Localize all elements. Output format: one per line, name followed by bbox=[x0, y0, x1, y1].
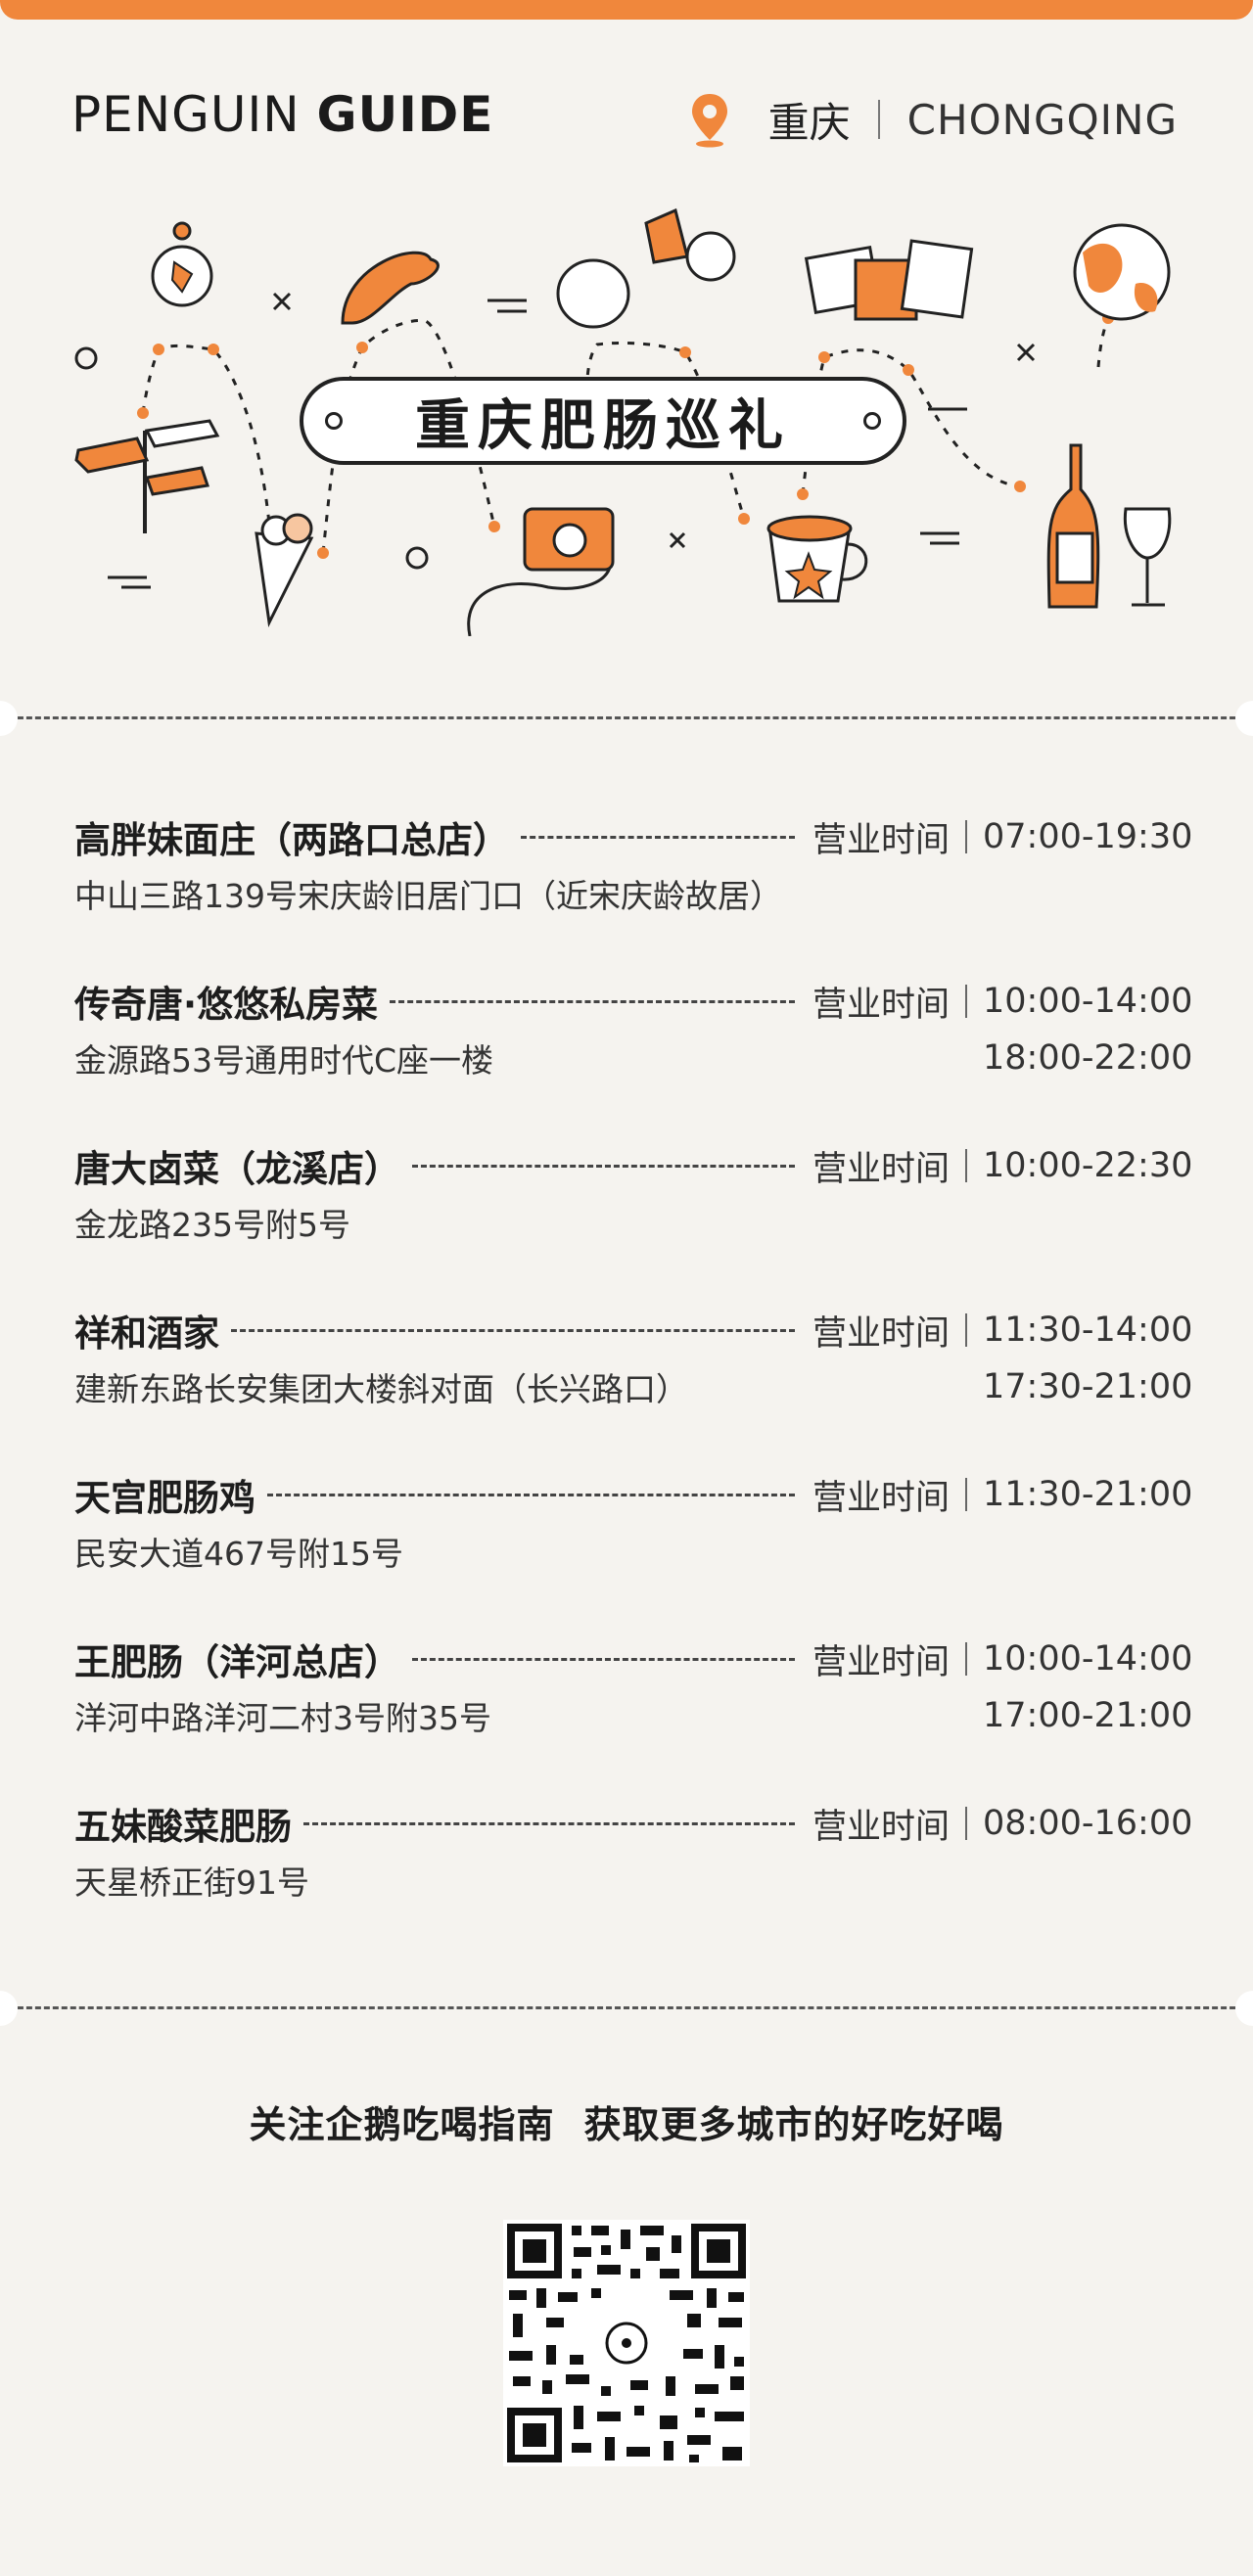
follow-prompt: 关注企鹅吃喝指南 获取更多城市的好吃好喝 bbox=[0, 2094, 1253, 2148]
hours-value-2: 17:00-21:00 bbox=[983, 1696, 1193, 1735]
restaurant-name: 传奇唐·悠悠私房菜 bbox=[74, 984, 379, 1026]
restaurant-list: 高胖妹面庄（两路口总店） 营业时间 07:00-19:30 中山三路139号宋庆… bbox=[74, 812, 1193, 1963]
signpost-icon bbox=[74, 419, 220, 533]
city-name-en: CHONGQING bbox=[906, 95, 1178, 144]
leader-dashes bbox=[390, 999, 795, 1003]
hours-separator bbox=[965, 1807, 967, 1840]
hours-value: 11:30-14:00 bbox=[983, 1311, 1193, 1350]
restaurant-address: 金源路53号通用时代C座一楼 bbox=[74, 1041, 494, 1080]
coffee-cup-icon bbox=[766, 515, 868, 603]
follow-text-1: 关注企鹅吃喝指南 bbox=[249, 2103, 555, 2146]
restaurant-name: 祥和酒家 bbox=[74, 1312, 219, 1355]
leader-dashes bbox=[521, 835, 795, 839]
leader-dashes bbox=[412, 1164, 795, 1168]
hours-label: 营业时间 bbox=[812, 985, 950, 1025]
restaurant-address: 建新东路长安集团大楼斜对面（长兴路口） bbox=[74, 1370, 688, 1408]
follow-text-2: 获取更多城市的好吃好喝 bbox=[583, 2103, 1004, 2146]
title-dot-right bbox=[863, 412, 881, 430]
qr-code-icon[interactable] bbox=[503, 2220, 750, 2466]
hours-value: 08:00-16:00 bbox=[983, 1804, 1193, 1843]
hours-label: 营业时间 bbox=[812, 1313, 950, 1354]
leader-dashes bbox=[412, 1657, 795, 1661]
hours-separator bbox=[965, 1642, 967, 1676]
hours-value: 10:00-14:00 bbox=[983, 1639, 1193, 1679]
hours-value: 10:00-22:30 bbox=[983, 1146, 1193, 1185]
leader-dashes bbox=[303, 1821, 795, 1825]
hours-value: 07:00-19:30 bbox=[983, 817, 1193, 856]
list-item[interactable]: 祥和酒家 营业时间 11:30-14:00 建新东路长安集团大楼斜对面（长兴路口… bbox=[74, 1306, 1193, 1470]
hours-separator bbox=[965, 1149, 967, 1182]
hours-label: 营业时间 bbox=[812, 1807, 950, 1847]
location-pin-icon bbox=[691, 94, 727, 148]
hours-separator bbox=[965, 820, 967, 853]
hours-label: 营业时间 bbox=[812, 820, 950, 860]
photos-icon bbox=[804, 239, 974, 321]
cheese-icon bbox=[556, 207, 736, 329]
section-divider-top bbox=[0, 716, 1253, 719]
title-banner: 重庆肥肠巡礼 bbox=[300, 377, 906, 465]
location-indicator: 重庆 CHONGQING bbox=[686, 90, 1178, 149]
hours-value-2: 17:30-21:00 bbox=[983, 1367, 1193, 1406]
globe-icon bbox=[1073, 223, 1171, 321]
restaurant-address: 天星桥正街91号 bbox=[74, 1863, 309, 1902]
ticket-notch-left bbox=[0, 701, 18, 736]
restaurant-name: 王肥肠（洋河总店） bbox=[74, 1641, 400, 1683]
hours-label: 营业时间 bbox=[812, 1478, 950, 1518]
wine-bottle-icon bbox=[1046, 443, 1172, 609]
hours-value: 11:30-21:00 bbox=[983, 1475, 1193, 1514]
croissant-icon bbox=[341, 251, 440, 325]
list-item[interactable]: 天宫肥肠鸡 营业时间 11:30-21:00 民安大道467号附15号 bbox=[74, 1470, 1193, 1634]
ticket-notch-right bbox=[1235, 701, 1253, 736]
hours-value-2: 18:00-22:00 bbox=[983, 1038, 1193, 1078]
hours-label: 营业时间 bbox=[812, 1642, 950, 1682]
hours-label: 营业时间 bbox=[812, 1149, 950, 1189]
list-item[interactable]: 唐大卤菜（龙溪店） 营业时间 10:00-22:30 金龙路235号附5号 bbox=[74, 1141, 1193, 1306]
restaurant-address: 民安大道467号附15号 bbox=[74, 1535, 403, 1573]
restaurant-name: 唐大卤菜（龙溪店） bbox=[74, 1148, 400, 1190]
title-dot-left bbox=[325, 412, 343, 430]
brand-penguin: PENGUIN bbox=[71, 86, 301, 143]
top-accent-bar bbox=[0, 0, 1253, 20]
brand-logo: PENGUIN GUIDE bbox=[71, 86, 493, 143]
compass-icon bbox=[151, 221, 213, 307]
restaurant-address: 中山三路139号宋庆龄旧居门口（近宋庆龄故居） bbox=[74, 877, 782, 915]
ice-cream-icon bbox=[255, 513, 314, 627]
hours-separator bbox=[965, 1478, 967, 1511]
leader-dashes bbox=[231, 1328, 795, 1332]
page-title: 重庆肥肠巡礼 bbox=[415, 393, 791, 458]
list-item[interactable]: 王肥肠（洋河总店） 营业时间 10:00-14:00 洋河中路洋河二村3号附35… bbox=[74, 1634, 1193, 1799]
ticket-notch-right-bottom bbox=[1235, 1991, 1253, 2026]
section-divider-bottom bbox=[0, 2006, 1253, 2009]
list-item[interactable]: 五妹酸菜肥肠 营业时间 08:00-16:00 天星桥正街91号 bbox=[74, 1799, 1193, 1963]
hours-separator bbox=[965, 985, 967, 1018]
leader-dashes bbox=[267, 1493, 795, 1496]
restaurant-address: 金龙路235号附5号 bbox=[74, 1206, 350, 1244]
restaurant-name: 天宫肥肠鸡 bbox=[74, 1477, 255, 1519]
hours-value: 10:00-14:00 bbox=[983, 982, 1193, 1021]
list-item[interactable]: 高胖妹面庄（两路口总店） 营业时间 07:00-19:30 中山三路139号宋庆… bbox=[74, 812, 1193, 977]
list-item[interactable]: 传奇唐·悠悠私房菜 营业时间 10:00-14:00 金源路53号通用时代C座一… bbox=[74, 977, 1193, 1141]
hours-separator bbox=[965, 1313, 967, 1347]
restaurant-name: 高胖妹面庄（两路口总店） bbox=[74, 819, 509, 861]
location-separator bbox=[877, 100, 880, 139]
restaurant-name: 五妹酸菜肥肠 bbox=[74, 1806, 292, 1848]
brand-guide: GUIDE bbox=[316, 86, 494, 143]
restaurant-address: 洋河中路洋河二村3号附35号 bbox=[74, 1699, 491, 1737]
city-name: 重庆 bbox=[767, 98, 851, 147]
ticket-notch-left-bottom bbox=[0, 1991, 18, 2026]
